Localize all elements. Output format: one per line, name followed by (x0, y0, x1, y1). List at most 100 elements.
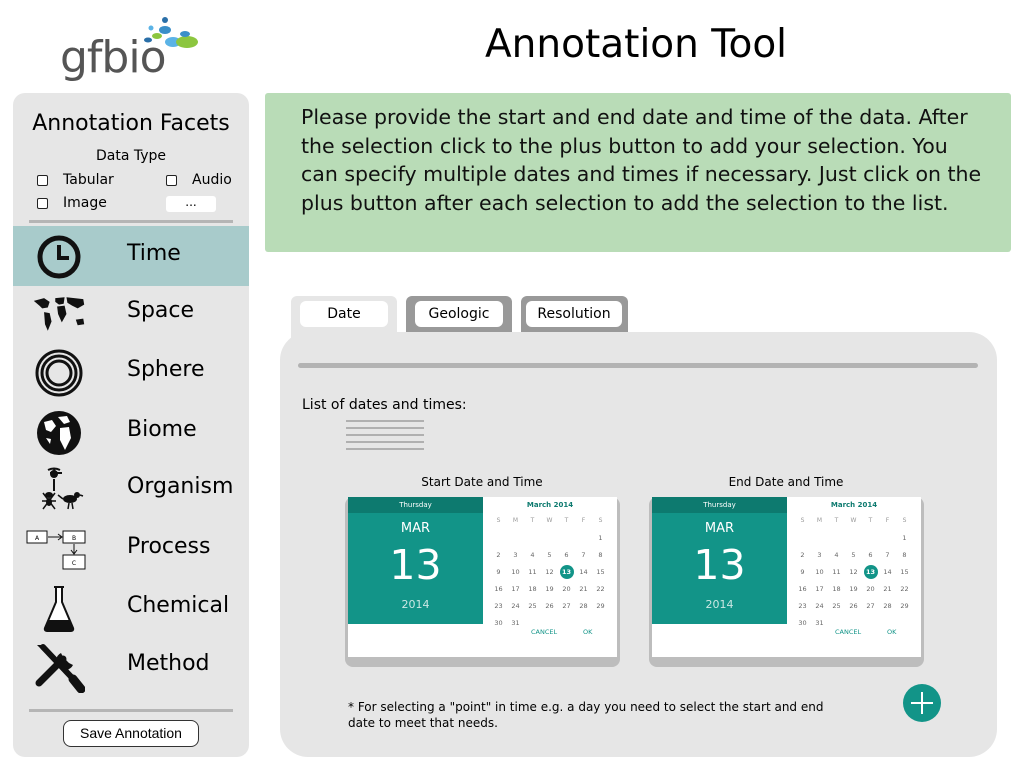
tab-resolution[interactable]: Resolution (521, 296, 628, 332)
calendar-day[interactable]: 7 (575, 546, 592, 563)
calendar-day[interactable]: 10 (507, 563, 524, 580)
checkbox-audio[interactable]: Audio (166, 172, 232, 188)
calendar-day[interactable]: 9 (794, 563, 811, 580)
calendar-day[interactable]: 19 (541, 580, 558, 597)
calendar-day[interactable]: 1 (592, 529, 609, 546)
calendar-day[interactable]: 6 (862, 546, 879, 563)
calendar-day[interactable]: 4 (828, 546, 845, 563)
calendar-day[interactable]: 25 (524, 597, 541, 614)
sidebar-item-space[interactable]: Space (13, 283, 249, 343)
tab-label: Geologic (415, 301, 503, 327)
calendar-day[interactable]: 26 (845, 597, 862, 614)
date-panel: List of dates and times: Start Date and … (280, 332, 997, 757)
sidebar-item-process[interactable]: ABC Process (13, 519, 249, 579)
calendar-day[interactable]: 24 (811, 597, 828, 614)
save-annotation-button[interactable]: Save Annotation (63, 720, 199, 747)
calendar-day[interactable]: 21 (879, 580, 896, 597)
sidebar-item-label: Space (127, 298, 195, 323)
sidebar-item-label: Chemical (127, 593, 230, 618)
calendar-day[interactable]: 2 (490, 546, 507, 563)
calendar-day[interactable]: 28 (575, 597, 592, 614)
weekday-header: T (834, 517, 839, 524)
sidebar-item-method[interactable]: Method (13, 636, 249, 696)
calendar-day[interactable]: 10 (811, 563, 828, 580)
more-data-types-button[interactable]: ... (166, 196, 216, 212)
calendar-day[interactable]: 16 (794, 580, 811, 597)
calendar-day[interactable]: 16 (490, 580, 507, 597)
sidebar-item-sphere[interactable]: Sphere (13, 342, 249, 402)
cancel-button[interactable]: CANCEL (531, 628, 557, 636)
picker-year[interactable]: 2014 (348, 598, 483, 611)
calendar-day[interactable]: 22 (592, 580, 609, 597)
calendar-day[interactable]: 14 (575, 563, 592, 580)
cancel-button[interactable]: CANCEL (835, 628, 861, 636)
sidebar-item-chemical[interactable]: Chemical (13, 578, 249, 638)
checkbox-box[interactable] (37, 174, 48, 186)
ok-button[interactable]: OK (583, 628, 592, 636)
sidebar-item-biome[interactable]: Biome (13, 402, 249, 462)
calendar-day[interactable]: 21 (575, 580, 592, 597)
calendar-day[interactable]: 19 (845, 580, 862, 597)
calendar-day[interactable]: 29 (592, 597, 609, 614)
calendar-day[interactable]: 15 (592, 563, 609, 580)
calendar-day[interactable]: 8 (592, 546, 609, 563)
calendar-day[interactable]: 31 (507, 614, 524, 631)
calendar-day[interactable]: 8 (896, 546, 913, 563)
calendar-day[interactable]: 28 (879, 597, 896, 614)
calendar-day[interactable]: 4 (524, 546, 541, 563)
calendar-day[interactable]: 30 (794, 614, 811, 631)
calendar-day[interactable]: 14 (879, 563, 896, 580)
weekday-header: T (564, 517, 569, 524)
calendar-day[interactable]: 7 (879, 546, 896, 563)
end-date-picker[interactable]: Thursday MAR 13 2014 March 2014 SMTWTFS1… (649, 497, 924, 667)
calendar-day[interactable]: 24 (507, 597, 524, 614)
calendar-day[interactable]: 13 (863, 564, 878, 579)
checkbox-box[interactable] (37, 197, 48, 209)
calendar-day[interactable]: 31 (811, 614, 828, 631)
calendar-day[interactable]: 13 (559, 564, 574, 579)
calendar-day[interactable]: 11 (524, 563, 541, 580)
tab-geologic[interactable]: Geologic (406, 296, 512, 332)
calendar-day[interactable]: 1 (896, 529, 913, 546)
checkbox-box[interactable] (166, 174, 177, 186)
calendar-day[interactable]: 17 (811, 580, 828, 597)
start-date-picker[interactable]: Thursday MAR 13 2014 March 2014 SMTWTFS1… (345, 497, 620, 667)
page-title: Annotation Tool (485, 22, 788, 67)
ok-button[interactable]: OK (887, 628, 896, 636)
calendar-day[interactable]: 5 (845, 546, 862, 563)
calendar-day[interactable]: 30 (490, 614, 507, 631)
calendar-day[interactable]: 26 (541, 597, 558, 614)
calendar-day[interactable]: 29 (896, 597, 913, 614)
calendar-day[interactable]: 3 (507, 546, 524, 563)
calendar-day[interactable]: 12 (541, 563, 558, 580)
calendar-day[interactable]: 18 (524, 580, 541, 597)
calendar-day[interactable]: 27 (558, 597, 575, 614)
calendar-day[interactable]: 20 (558, 580, 575, 597)
calendar-day[interactable]: 23 (490, 597, 507, 614)
calendar-day[interactable]: 5 (541, 546, 558, 563)
sidebar-item-label: Organism (127, 474, 234, 499)
calendar-day[interactable]: 9 (490, 563, 507, 580)
calendar-day[interactable]: 3 (811, 546, 828, 563)
sidebar-item-organism[interactable]: Organism (13, 459, 249, 519)
calendar-day[interactable]: 25 (828, 597, 845, 614)
calendar-blank (794, 529, 811, 546)
wrench-screwdriver-icon (31, 642, 87, 693)
picker-month: MAR (704, 521, 735, 536)
checkbox-tabular[interactable]: Tabular (37, 172, 114, 188)
calendar-day[interactable]: 27 (862, 597, 879, 614)
checkbox-image[interactable]: Image (37, 195, 107, 211)
calendar-day[interactable]: 23 (794, 597, 811, 614)
calendar-day[interactable]: 20 (862, 580, 879, 597)
calendar-day[interactable]: 2 (794, 546, 811, 563)
picker-year[interactable]: 2014 (652, 598, 787, 611)
calendar-day[interactable]: 11 (828, 563, 845, 580)
calendar-day[interactable]: 22 (896, 580, 913, 597)
calendar-day[interactable]: 17 (507, 580, 524, 597)
add-date-button[interactable] (903, 684, 941, 722)
calendar-day[interactable]: 15 (896, 563, 913, 580)
calendar-day[interactable]: 18 (828, 580, 845, 597)
calendar-day[interactable]: 6 (558, 546, 575, 563)
sidebar-item-time[interactable]: Time (13, 226, 249, 286)
calendar-day[interactable]: 12 (845, 563, 862, 580)
